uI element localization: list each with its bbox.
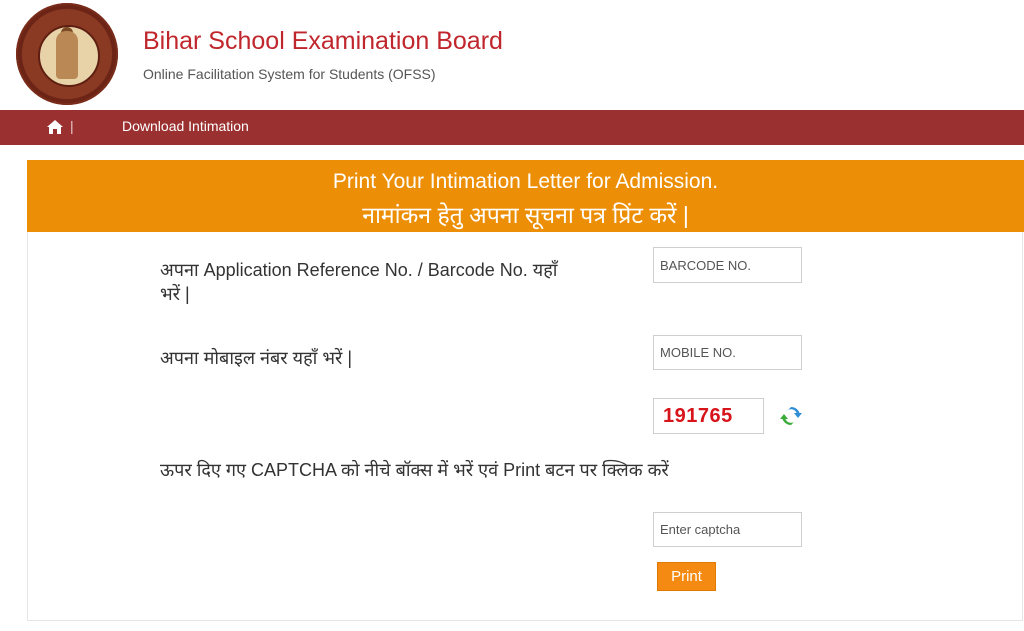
banner-title-english: Print Your Intimation Letter for Admissi… [332, 170, 719, 193]
banner-title-hindi: नामांकन हेतु अपना सूचना पत्र प्रिंट करें… [362, 202, 689, 228]
captcha-input[interactable] [653, 512, 802, 547]
site-header: Bihar School Examination Board Online Fa… [0, 0, 1024, 110]
home-icon[interactable] [47, 120, 63, 134]
refresh-icon[interactable] [778, 403, 804, 429]
captcha-image: 191765 [653, 398, 764, 434]
site-subtitle: Online Facilitation System for Students … [143, 66, 436, 82]
nav-download-intimation[interactable]: Download Intimation [122, 118, 249, 134]
captcha-instruction: ऊपर दिए गए CAPTCHA को नीचे बॉक्स में भरे… [160, 460, 669, 480]
nav-separator: | [70, 118, 74, 134]
barcode-input[interactable] [653, 247, 802, 283]
bseb-logo [16, 3, 118, 105]
barcode-label-line2: भरें | [160, 284, 190, 304]
print-button[interactable]: Print [657, 562, 716, 591]
site-title: Bihar School Examination Board [143, 27, 503, 55]
form-banner: Print Your Intimation Letter for Admissi… [27, 160, 1024, 232]
mobile-label: अपना मोबाइल नंबर यहाँ भरें | [160, 348, 353, 368]
mobile-input[interactable] [653, 335, 802, 370]
barcode-label-line1: अपना Application Reference No. / Barcode… [160, 260, 558, 280]
nav-bar: | Download Intimation [0, 110, 1024, 145]
barcode-label: अपना Application Reference No. / Barcode… [160, 258, 620, 306]
captcha-code: 191765 [663, 405, 733, 427]
